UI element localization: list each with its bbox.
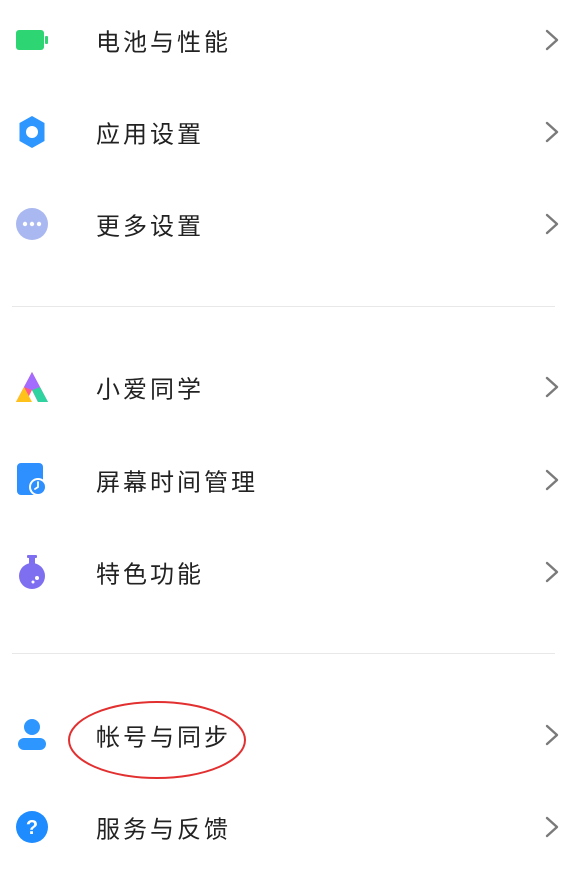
settings-item-screen-time[interactable]: 屏幕时间管理 [0,434,582,526]
xiaoai-icon [14,369,50,405]
chevron-right-icon [545,29,559,51]
settings-item-service-feedback[interactable]: ? 服务与反馈 [0,781,582,873]
settings-item-label: 帐号与同步 [96,723,231,752]
settings-item-label: 小爱同学 [96,375,204,404]
account-icon [14,717,50,753]
screen-time-icon [14,462,50,498]
group-divider [12,306,555,307]
more-dots-icon [14,206,50,242]
gear-icon [14,114,50,150]
settings-item-xiaoai[interactable]: 小爱同学 [0,341,582,433]
settings-item-account-sync[interactable]: 帐号与同步 [0,689,582,781]
help-icon: ? [14,809,50,845]
chevron-right-icon [545,816,559,838]
chevron-right-icon [545,213,559,235]
chevron-right-icon [545,469,559,491]
settings-item-special-features[interactable]: 特色功能 [0,526,582,618]
chevron-right-icon [545,121,559,143]
chevron-right-icon [545,724,559,746]
settings-item-more-settings[interactable]: 更多设置 [0,178,582,270]
settings-item-label: 电池与性能 [96,28,231,57]
svg-text:?: ? [26,817,38,839]
chevron-right-icon [545,376,559,398]
settings-item-label: 更多设置 [96,212,204,241]
chevron-right-icon [545,561,559,583]
settings-item-app-settings[interactable]: 应用设置 [0,86,582,178]
settings-item-label: 服务与反馈 [96,815,231,844]
group-divider [12,653,555,654]
settings-item-label: 特色功能 [96,560,204,589]
settings-item-label: 屏幕时间管理 [96,468,258,497]
settings-item-label: 应用设置 [96,120,204,149]
flask-icon [14,554,50,590]
battery-icon [14,22,50,58]
settings-item-battery[interactable]: 电池与性能 [0,0,582,86]
settings-list: 电池与性能 应用设置 更多设置 小爱同学 屏幕时间管理 特色功能 帐号与同步 ?… [0,0,582,877]
